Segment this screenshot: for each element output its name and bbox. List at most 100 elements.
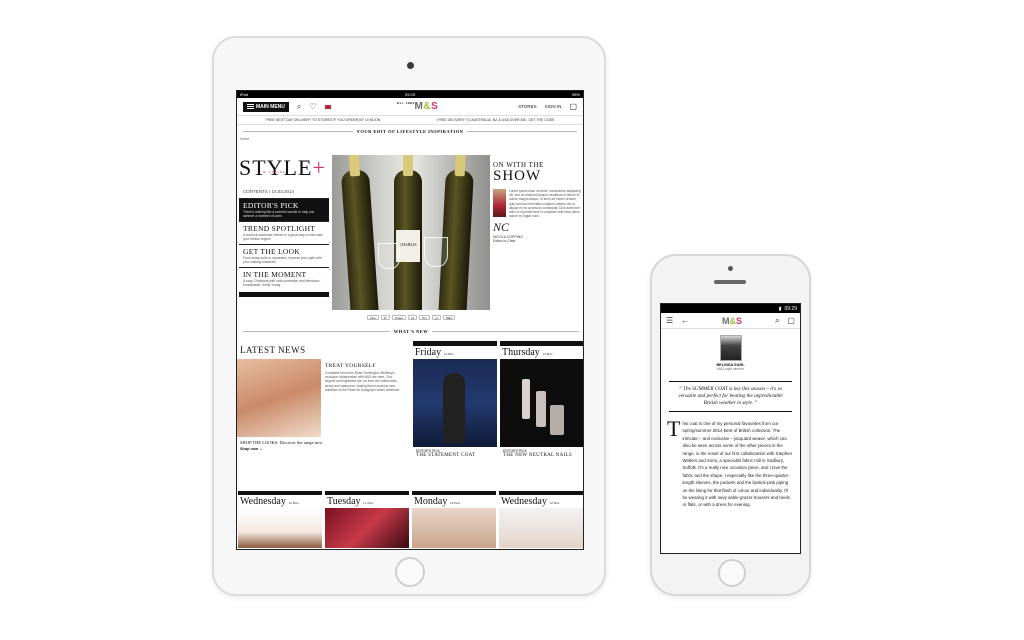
style-living-title: STYLE+ & LIVING [239,155,329,181]
shop-now-link[interactable]: Shop now → [240,447,411,451]
toc-get-the-look[interactable]: GET THE LOOK From sharp suits to separat… [239,244,329,267]
toc-title: EDITOR'S PICK [243,201,299,210]
ipad-camera [407,62,414,69]
article: T his coat is one of my personal favouri… [667,416,794,509]
toc-desc: A workout-wardrobe refresh is a great wa… [243,233,323,241]
search-icon[interactable]: ⌕ [775,316,779,326]
toc-trend-spotlight[interactable]: TREND SPOTLIGHT A workout-wardrobe refre… [239,221,329,244]
back-arrow-icon[interactable]: ← [681,316,689,325]
delivery-banner: FREE NEXT DAY DELIVERY TO STORES IF YOU … [237,116,583,125]
heart-icon[interactable]: ♡ [309,102,316,111]
wine-bottle-image: CHABLIS [394,155,422,310]
card-meta: EDITOR'S PICK THE STATEMENT COAT [413,447,497,460]
day-name: Wednesday [240,496,286,507]
mobile-header: ☰ ← M&S ⌕ ▢ [661,313,800,329]
logo-s: S [736,315,743,326]
ipad-device: iPad 09:25 98% MAIN MENU ⌕ ♡ Est. 1884M&… [212,36,606,596]
toc-title: TREND SPOTLIGHT [243,224,316,233]
neutral-nails-photo[interactable] [500,359,583,447]
card-headline[interactable]: THE STATEMENT COAT [416,453,494,458]
site-header: MAIN MENU ⌕ ♡ Est. 1884M&S STORES SIGN I… [237,98,583,116]
show-column: ON WITH THE SHOW Lorem ipsum dolor sit a… [493,161,583,243]
latest-news-headline[interactable]: TREAT YOURSELF [325,363,403,369]
card-headline[interactable]: THE NEW NEUTRAL NAILS [503,453,581,458]
author-block: BELINDA EARL M&S style director [661,335,800,371]
toc-bottom-bar [239,292,329,297]
delivery-message-1[interactable]: FREE NEXT DAY DELIVERY TO STORES IF YOU … [266,118,381,122]
share-bar: Like 47 Tweet 14 Pin +1 Mail [367,315,455,320]
wednesday-card[interactable]: Wednesday 12 Nov [238,491,322,549]
iphone-camera [728,266,733,271]
hamburger-icon[interactable]: ☰ [666,316,673,325]
friday-card[interactable]: Friday 14 Nov EDITOR'S PICK THE STATEMEN… [413,341,497,460]
ipad-home-button[interactable] [395,557,425,587]
shop-the-looks[interactable]: SHOP THE LOOKS: Discover the range now [240,440,411,445]
monday-card[interactable]: Monday 10 Nov [412,491,496,549]
article-body: his coat is one of my personal favourite… [682,421,793,508]
editor-intro: Lorem ipsum dolor sit amet, consectetur … [493,189,583,218]
search-icon[interactable]: ⌕ [297,102,301,112]
ipad-status-carrier: iPad [240,92,249,97]
iphone-speaker [714,280,746,284]
latest-news-text: TREAT YOURSELF Covetable hero from Rosie… [321,359,407,437]
lingerie-model-photo[interactable] [237,359,321,437]
card-photo[interactable] [412,508,496,548]
card-photo[interactable] [499,508,583,548]
tuesday-card[interactable]: Tuesday 11 Nov [325,491,409,549]
day-date: 12 Nov [288,501,299,505]
phone-status-time: 09:29 [784,305,797,312]
pin-button[interactable]: Pin [419,315,430,320]
ms-logo[interactable]: Est. 1884M&S [397,101,438,112]
pull-quote: “ The SUMMER COAT is key this season – i… [669,381,792,412]
latest-news-body: Covetable hero from Rosie Huntington-Whi… [325,371,401,392]
card-photo[interactable] [238,508,322,548]
section-title: YOUR EDIT OF LIFESTYLE INSPIRATION [243,129,577,134]
bag-icon[interactable]: ▢ [569,102,577,111]
like-button[interactable]: Like [367,315,379,320]
header-right: STORES SIGN IN ▢ [518,102,577,111]
toc-desc: A cosy Christmas with radio presenter an… [243,279,320,287]
day-date: 13 Nov [542,352,553,356]
mail-button[interactable]: Mail [442,315,455,320]
stores-link[interactable]: STORES [518,104,536,109]
day-date: 12 Nov [549,501,560,505]
thursday-card[interactable]: Thursday 13 Nov EDITOR'S PICK THE NEW NE… [500,341,583,460]
ms-logo[interactable]: M&S [722,316,742,326]
statement-coat-photo[interactable] [413,359,497,447]
latest-news-card[interactable]: TREAT YOURSELF Covetable hero from Rosie… [237,359,411,437]
toc-in-the-moment[interactable]: IN THE MOMENT A cosy Christmas with radi… [239,267,329,290]
country-flag-icon[interactable] [324,104,331,109]
card-photo[interactable] [325,508,409,548]
wednesday-card-2[interactable]: Wednesday 12 Nov [499,491,583,549]
iphone-screen: ▮ 09:29 ☰ ← M&S ⌕ ▢ BELINDA EARL M&S sty… [660,303,801,554]
main-menu-button[interactable]: MAIN MENU [243,101,289,112]
wine-bottles-photo[interactable]: CHABLIS [332,155,490,310]
plus-one-button[interactable]: +1 [431,315,441,320]
latest-news-title: LATEST NEWS [240,345,306,355]
ipad-status-battery: 98% [571,92,580,97]
day-date: 14 Nov [443,352,455,356]
wine-glass-image [424,237,448,267]
delivery-message-2[interactable]: FREE DELIVERY TO AUSTRALIA, NZ & USA OVE… [437,118,554,122]
day-date: 11 Nov [363,501,374,505]
iphone-home-button[interactable] [718,559,746,587]
bag-icon[interactable]: ▢ [787,316,795,325]
latest-news: LATEST NEWS TREAT YOURSELF Covetable her… [237,345,411,451]
tweet-button[interactable]: Tweet [391,315,406,320]
logo-amp: & [423,101,432,112]
style-title-text: STYLE [239,155,313,180]
main-menu-label: MAIN MENU [256,103,285,110]
day-label: Tuesday 11 Nov [325,495,409,508]
toc-title: IN THE MOMENT [243,270,307,279]
toc-desc: From sharp suits to separates, express y… [243,256,322,264]
style-subtitle: & LIVING [263,170,287,174]
author-photo [719,335,742,361]
signal-icon: ▮ [778,305,782,312]
toc-desc: There's nothing like a scented candle to… [243,210,315,218]
whats-new-section: WHAT'S NEW LATEST NEWS TREAT YOURSELF Co… [237,329,583,458]
breadcrumb[interactable]: Home [240,137,583,141]
toc-editors-pick[interactable]: EDITOR'S PICK There's nothing like a sce… [239,198,329,221]
drop-cap: T [667,416,681,441]
day-label: Thursday 13 Nov [500,346,583,359]
sign-in-link[interactable]: SIGN IN [545,104,562,109]
